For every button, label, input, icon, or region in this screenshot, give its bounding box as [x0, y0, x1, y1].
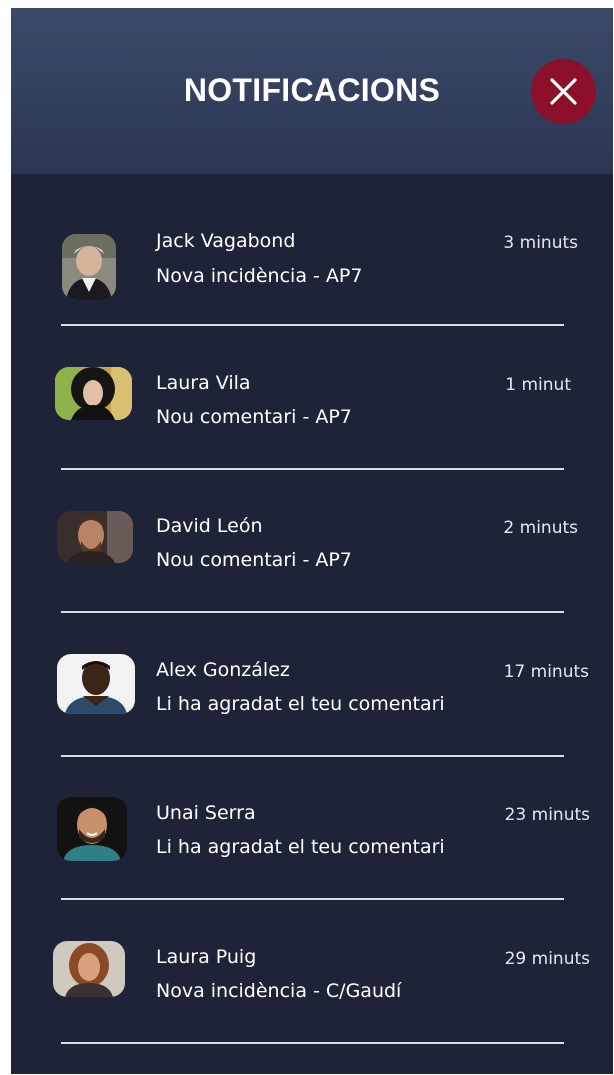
notification-sender: Laura Vila — [156, 371, 251, 394]
notification-item[interactable]: Laura Vila Nou comentari - AP7 1 minut — [11, 318, 613, 470]
notification-time: 29 minuts — [504, 948, 590, 969]
close-icon — [550, 78, 577, 105]
notification-sender: Alex González — [156, 658, 290, 681]
notification-time: 3 minuts — [503, 233, 578, 253]
avatar — [57, 511, 133, 563]
notification-sender: David León — [156, 515, 263, 537]
avatar — [55, 366, 132, 420]
notification-sender: Unai Serra — [156, 802, 256, 824]
notification-item[interactable]: David León Nou comentari - AP7 2 minuts — [11, 461, 613, 613]
notification-time: 23 minuts — [504, 805, 590, 825]
notification-message: Nou comentari - AP7 — [156, 549, 352, 571]
notification-item[interactable]: Alex González Li ha agradat el teu comen… — [11, 605, 613, 757]
notification-message: Li ha agradat el teu comentari — [156, 692, 445, 715]
notification-time: 1 minut — [505, 374, 571, 395]
notification-time: 2 minuts — [503, 518, 578, 538]
avatar — [62, 234, 116, 300]
close-button[interactable] — [531, 59, 596, 124]
avatar — [57, 797, 127, 861]
notification-list: Jack Vagabond Nova incidència - AP7 3 mi… — [11, 174, 613, 1044]
notification-message: Nova incidència - C/Gaudí — [156, 979, 402, 1002]
notifications-panel: NOTIFICACIONS Jack Vagabond Nova incidèn… — [11, 8, 613, 1074]
notification-message: Li ha agradat el teu comentari — [156, 836, 445, 858]
avatar — [57, 653, 135, 714]
notification-item[interactable]: Unai Serra Li ha agradat el teu comentar… — [11, 748, 613, 900]
notification-time: 17 minuts — [503, 661, 589, 682]
panel-header: NOTIFICACIONS — [11, 8, 613, 174]
notification-item[interactable]: Jack Vagabond Nova incidència - AP7 3 mi… — [11, 174, 613, 326]
page-title: NOTIFICACIONS — [183, 72, 441, 108]
avatar — [53, 940, 125, 997]
notification-message: Nou comentari - AP7 — [156, 405, 352, 428]
notification-sender: Laura Puig — [156, 945, 257, 968]
notification-item[interactable]: Laura Puig Nova incidència - C/Gaudí 29 … — [11, 892, 613, 1044]
notification-sender: Jack Vagabond — [156, 230, 296, 252]
notification-message: Nova incidència - AP7 — [156, 265, 363, 287]
divider — [61, 1041, 564, 1044]
